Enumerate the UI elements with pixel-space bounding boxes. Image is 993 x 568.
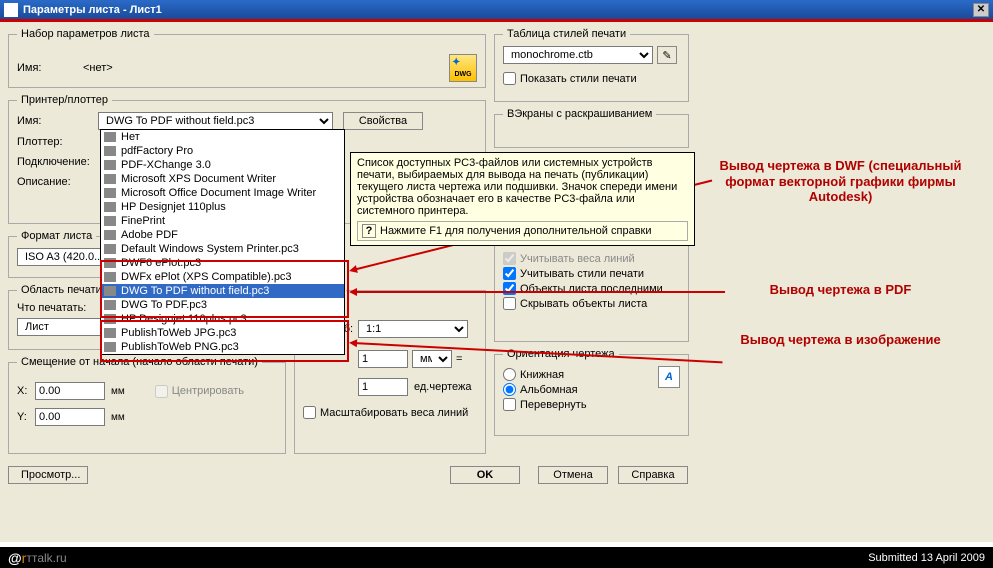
opt-plotstyles-checkbox[interactable] [503,267,516,280]
footer-logo: @rттalk.ru [8,550,67,566]
dwg-icon: DWG [449,54,477,82]
set-name-label: Имя: [17,62,77,74]
x-label: X: [17,385,35,397]
properties-button[interactable]: Свойства [343,112,423,130]
y-label: Y: [17,411,35,423]
help-button[interactable]: Справка [618,466,688,484]
set-name-value: <нет> [83,62,113,74]
titlebar: Параметры листа - Лист1 ✕ [0,0,993,22]
printer-name-select[interactable]: DWG To PDF without field.pc3 [98,112,333,130]
y-input[interactable] [35,408,105,426]
flip-checkbox[interactable] [503,398,516,411]
opt-hide-checkbox[interactable] [503,297,516,310]
page-set-group: Набор параметров листа Имя: <нет> DWG [8,28,486,88]
center-checkbox [155,385,168,398]
callout-img: Вывод чертежа в изображение [718,332,963,348]
opt-lineweights-checkbox [503,252,516,265]
flip-label: Перевернуть [520,399,587,411]
cancel-button[interactable]: Отмена [538,466,608,484]
scale-dwg-input[interactable] [358,378,408,396]
opt-lastobj-checkbox[interactable] [503,282,516,295]
printer-option[interactable]: PublishToWeb JPG.pc3 [101,326,344,340]
tooltip-text: Список доступных PC3-файлов или системны… [357,157,688,217]
printer-option[interactable]: pdfFactory Pro [101,144,344,158]
close-button[interactable]: ✕ [973,3,989,17]
show-styles-checkbox[interactable] [503,72,516,85]
tooltip: Список доступных PC3-файлов или системны… [350,152,695,246]
print-options-group: Опции печати Учитывать веса линий Учитыв… [494,232,689,342]
paper-legend: Формат листа [17,230,96,242]
printer-option[interactable]: DWG To PDF.pc3 [101,298,344,312]
y-unit: мм [111,412,125,423]
printer-option[interactable]: DWFx ePlot (XPS Compatible).pc3 [101,270,344,284]
scale-mm-unit[interactable]: мм [412,350,452,368]
help-icon: ? [362,224,376,238]
tooltip-hint: Нажмите F1 для получения дополнительной … [380,225,652,237]
opt-plotstyles-label: Учитывать стили печати [520,268,644,280]
footer: @rттalk.ru Submitted 13 April 2009 [0,547,993,568]
window-title: Параметры листа - Лист1 [23,4,973,16]
ok-button[interactable]: OK [450,466,520,484]
opt-lineweights-label: Учитывать веса линий [520,253,635,265]
callout-pdf: Вывод чертежа в PDF [718,282,963,298]
printer-legend: Принтер/плоттер [17,94,112,106]
scale-lw-checkbox[interactable] [303,406,316,419]
printer-option[interactable]: Default Windows System Printer.pc3 [101,242,344,256]
offset-group: Смещение от начала (начало области печат… [8,356,286,454]
orientation-icon: A [658,366,680,388]
printer-option-selected[interactable]: DWG To PDF without field.pc3 [101,284,344,298]
description-label: Описание: [17,176,92,188]
orientation-group: Ориентация чертежа Книжная Альбомная Пер… [494,348,689,436]
printer-option[interactable]: FinePrint [101,214,344,228]
scale-select[interactable]: 1:1 [358,320,468,338]
dialog-content: Набор параметров листа Имя: <нет> DWG Пр… [0,22,993,542]
printer-option[interactable]: PDF-XChange 3.0 [101,158,344,172]
connection-label: Подключение: [17,156,92,168]
opt-lastobj-label: Объекты листа последними [520,283,663,295]
printer-name-label: Имя: [17,115,92,127]
printer-option[interactable]: Adobe PDF [101,228,344,242]
edit-style-button[interactable]: ✎ [657,46,677,64]
viewports-legend: ВЭкраны с раскрашиванием [503,108,656,120]
scale-dwg-unit: ед.чертежа [414,381,471,393]
plotter-label: Плоттер: [17,136,92,148]
plot-style-select[interactable]: monochrome.ctb [503,46,653,64]
landscape-radio[interactable] [503,383,516,396]
scale-mm-input[interactable] [358,350,408,368]
x-input[interactable] [35,382,105,400]
scale-lw-label: Масштабировать веса линий [320,407,468,419]
viewports-group: ВЭкраны с раскрашиванием [494,108,689,148]
offset-legend: Смещение от начала (начало области печат… [17,356,262,368]
printer-option[interactable]: PublishToWeb PNG.pc3 [101,340,344,354]
preview-button[interactable]: Просмотр... [8,466,88,484]
printer-dropdown-list[interactable]: Нет pdfFactory Pro PDF-XChange 3.0 Micro… [100,129,345,355]
page-set-legend: Набор параметров листа [17,28,154,40]
footer-date: Submitted 13 April 2009 [868,552,985,564]
plot-area-legend: Область печати [17,284,106,296]
app-icon [4,3,18,17]
printer-option[interactable]: HP Designjet 110plus.pc3 [101,312,344,326]
landscape-label: Альбомная [520,384,578,396]
show-styles-label: Показать стили печати [520,73,637,85]
plot-styles-legend: Таблица стилей печати [503,28,630,40]
portrait-label: Книжная [520,369,564,381]
callout-dwf: Вывод чертежа в DWF (специальный формат … [718,158,963,205]
opt-hide-label: Скрывать объекты листа [520,298,647,310]
orientation-legend: Ориентация чертежа [503,348,619,360]
printer-option[interactable]: Microsoft XPS Document Writer [101,172,344,186]
equals-icon: = [456,353,462,365]
portrait-radio[interactable] [503,368,516,381]
center-label: Центрировать [172,385,244,397]
printer-option[interactable]: Microsoft Office Document Image Writer [101,186,344,200]
printer-option[interactable]: DWF6 ePlot.pc3 [101,256,344,270]
printer-option[interactable]: HP Designjet 110plus [101,200,344,214]
printer-option[interactable]: Нет [101,130,344,144]
plot-styles-group: Таблица стилей печати monochrome.ctb ✎ П… [494,28,689,102]
x-unit: мм [111,386,125,397]
